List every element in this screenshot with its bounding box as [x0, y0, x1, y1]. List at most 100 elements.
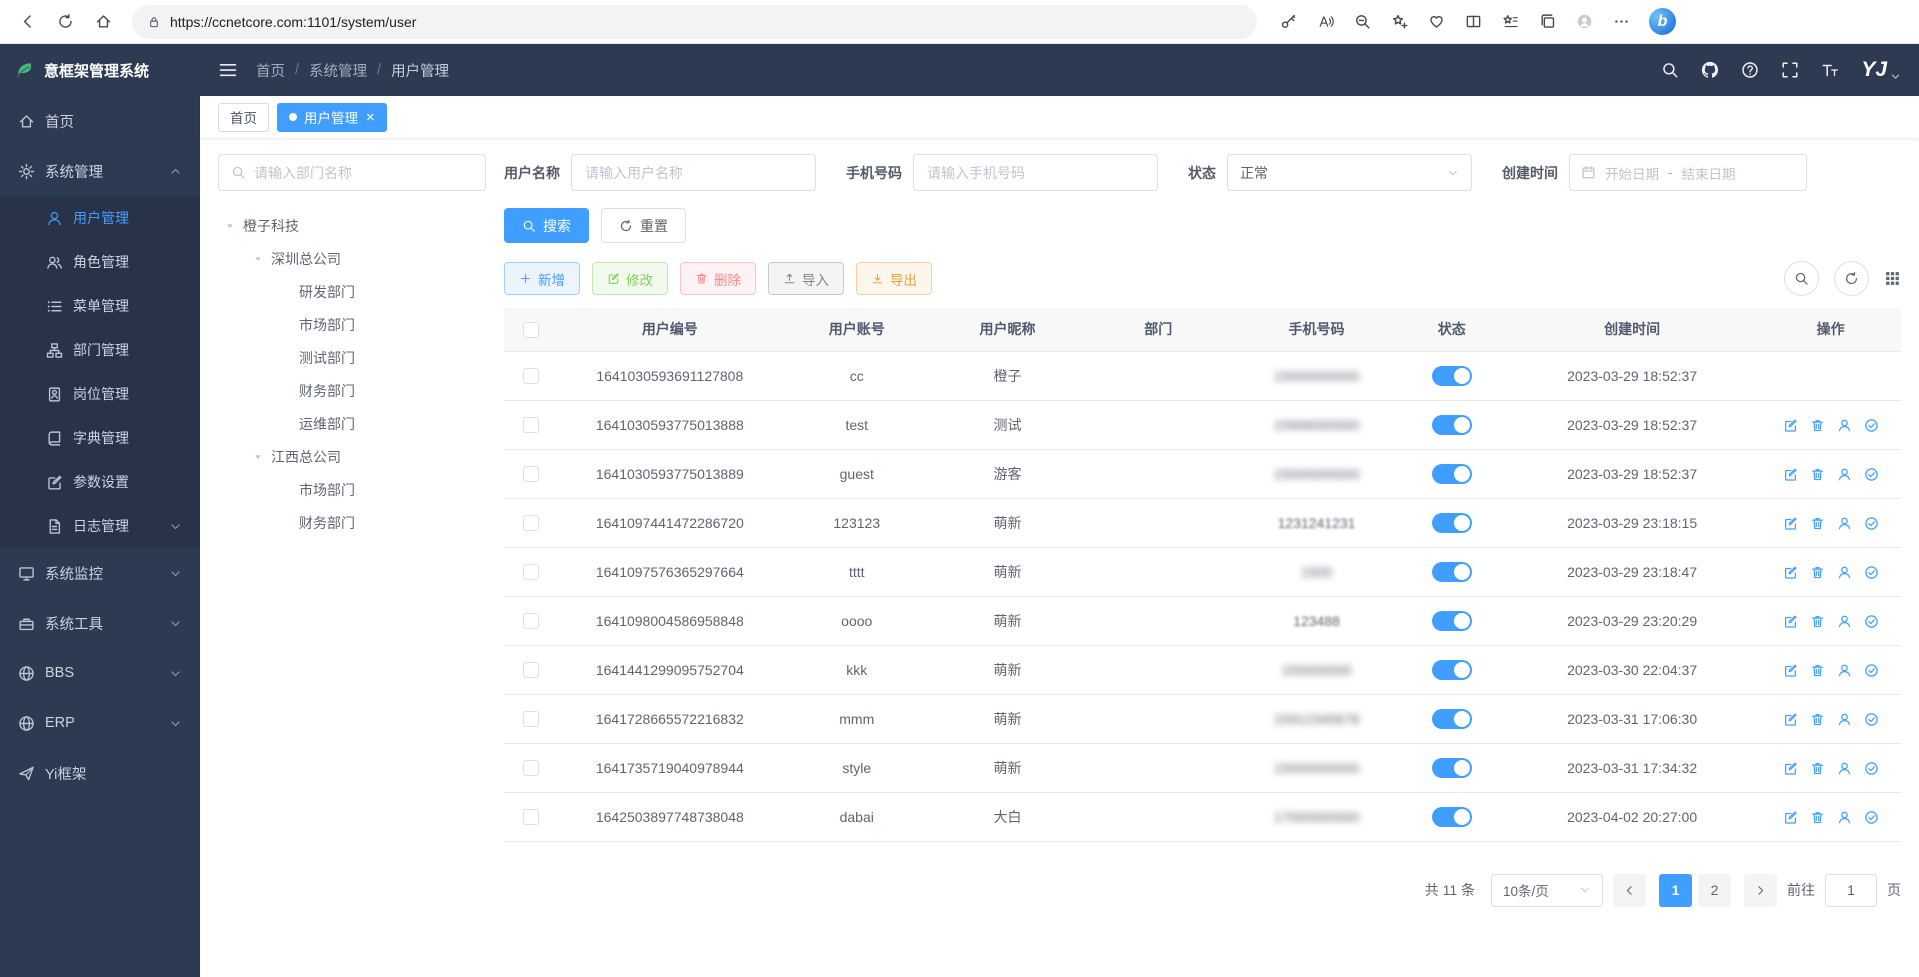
user-detail-icon[interactable]: [1837, 467, 1852, 482]
copilot-icon[interactable]: b: [1649, 8, 1676, 35]
zoom-icon[interactable]: [1345, 5, 1379, 39]
tree-node-深圳总公司[interactable]: 深圳总公司: [218, 242, 486, 275]
sidebar-item-post[interactable]: 岗位管理: [0, 372, 200, 416]
delete-icon[interactable]: [1810, 614, 1825, 629]
delete-button[interactable]: 删除: [680, 262, 756, 295]
dept-search-input[interactable]: [254, 165, 473, 181]
import-button[interactable]: 导入: [768, 262, 844, 295]
status-toggle[interactable]: [1432, 513, 1472, 533]
breadcrumb-item[interactable]: 用户管理: [391, 60, 449, 81]
status-toggle[interactable]: [1432, 464, 1472, 484]
date-range-picker[interactable]: 开始日期 - 结束日期: [1569, 154, 1807, 191]
user-detail-icon[interactable]: [1837, 761, 1852, 776]
start-date-placeholder[interactable]: 开始日期: [1605, 163, 1659, 183]
row-checkbox[interactable]: [523, 809, 539, 825]
password-key-icon[interactable]: [1271, 5, 1305, 39]
user-detail-icon[interactable]: [1837, 810, 1852, 825]
font-size-icon[interactable]: [1821, 61, 1839, 79]
add-button[interactable]: 新增: [504, 262, 580, 295]
sidebar-toggle[interactable]: [218, 60, 238, 80]
breadcrumb-item[interactable]: 系统管理: [309, 60, 367, 81]
sidebar-item-yi[interactable]: Yi框架: [0, 748, 200, 798]
row-checkbox[interactable]: [523, 613, 539, 629]
sidebar-item-system[interactable]: 系统管理: [0, 146, 200, 196]
status-select[interactable]: 正常: [1227, 154, 1472, 191]
refresh-button[interactable]: [48, 5, 82, 39]
sidebar-item-erp[interactable]: ERP: [0, 698, 200, 748]
delete-icon[interactable]: [1810, 565, 1825, 580]
status-toggle[interactable]: [1432, 562, 1472, 582]
assign-role-icon[interactable]: [1864, 761, 1879, 776]
delete-icon[interactable]: [1810, 712, 1825, 727]
status-toggle[interactable]: [1432, 807, 1472, 827]
read-aloud-icon[interactable]: [1308, 5, 1342, 39]
edit-icon[interactable]: [1783, 418, 1798, 433]
tree-node-测试部门[interactable]: 测试部门: [218, 341, 486, 374]
select-all-checkbox[interactable]: [523, 322, 539, 338]
sidebar-item-home[interactable]: 首页: [0, 96, 200, 146]
status-toggle[interactable]: [1432, 415, 1472, 435]
url-input[interactable]: [170, 14, 1242, 30]
user-avatar[interactable]: YJ: [1861, 58, 1901, 82]
help-icon[interactable]: [1741, 61, 1759, 79]
assign-role-icon[interactable]: [1864, 614, 1879, 629]
assign-role-icon[interactable]: [1864, 810, 1879, 825]
sidebar-item-param[interactable]: 参数设置: [0, 460, 200, 504]
sidebar-item-user[interactable]: 用户管理: [0, 196, 200, 240]
next-page-button[interactable]: [1744, 874, 1777, 907]
export-button[interactable]: 导出: [856, 262, 932, 295]
status-toggle[interactable]: [1432, 366, 1472, 386]
edit-button[interactable]: 修改: [592, 262, 668, 295]
status-toggle[interactable]: [1432, 758, 1472, 778]
refresh-table-button[interactable]: [1834, 261, 1869, 296]
edit-icon[interactable]: [1783, 516, 1798, 531]
row-checkbox[interactable]: [523, 466, 539, 482]
row-checkbox[interactable]: [523, 417, 539, 433]
add-favorite-icon[interactable]: [1382, 5, 1416, 39]
sidebar-item-role[interactable]: 角色管理: [0, 240, 200, 284]
page-size-select[interactable]: 10条/页: [1491, 874, 1603, 907]
collections-icon[interactable]: [1530, 5, 1564, 39]
delete-icon[interactable]: [1810, 663, 1825, 678]
search-icon[interactable]: [1661, 61, 1679, 79]
user-detail-icon[interactable]: [1837, 418, 1852, 433]
address-bar[interactable]: [132, 5, 1257, 39]
delete-icon[interactable]: [1810, 810, 1825, 825]
page-button-2[interactable]: 2: [1698, 874, 1731, 907]
reset-button[interactable]: 重置: [601, 208, 686, 243]
status-toggle[interactable]: [1432, 709, 1472, 729]
edit-icon[interactable]: [1783, 663, 1798, 678]
goto-page-input[interactable]: [1825, 874, 1877, 907]
user-detail-icon[interactable]: [1837, 565, 1852, 580]
row-checkbox[interactable]: [523, 760, 539, 776]
sidebar-item-menu[interactable]: 菜单管理: [0, 284, 200, 328]
status-toggle[interactable]: [1432, 660, 1472, 680]
column-settings-button[interactable]: [1884, 270, 1901, 287]
row-checkbox[interactable]: [523, 564, 539, 580]
assign-role-icon[interactable]: [1864, 565, 1879, 580]
edit-icon[interactable]: [1783, 712, 1798, 727]
assign-role-icon[interactable]: [1864, 712, 1879, 727]
edit-icon[interactable]: [1783, 467, 1798, 482]
sidebar-item-bbs[interactable]: BBS: [0, 648, 200, 698]
tree-node-运维部门[interactable]: 运维部门: [218, 407, 486, 440]
delete-icon[interactable]: [1810, 418, 1825, 433]
row-checkbox[interactable]: [523, 662, 539, 678]
back-button[interactable]: [10, 5, 44, 39]
row-checkbox[interactable]: [523, 711, 539, 727]
breadcrumb-item[interactable]: 首页: [256, 60, 285, 81]
tree-node-研发部门[interactable]: 研发部门: [218, 275, 486, 308]
tree-node-橙子科技[interactable]: 橙子科技: [218, 209, 486, 242]
tree-node-财务部门[interactable]: 财务部门: [218, 374, 486, 407]
end-date-placeholder[interactable]: 结束日期: [1682, 163, 1736, 183]
user-detail-icon[interactable]: [1837, 663, 1852, 678]
delete-icon[interactable]: [1810, 761, 1825, 776]
phone-input[interactable]: [913, 154, 1158, 191]
sidebar-item-dict[interactable]: 字典管理: [0, 416, 200, 460]
sidebar-item-log[interactable]: 日志管理: [0, 504, 200, 548]
browser-essentials-icon[interactable]: [1419, 5, 1453, 39]
page-button-1[interactable]: 1: [1659, 874, 1692, 907]
dept-search-box[interactable]: [218, 154, 486, 191]
user-detail-icon[interactable]: [1837, 516, 1852, 531]
sidebar-item-tools[interactable]: 系统工具: [0, 598, 200, 648]
